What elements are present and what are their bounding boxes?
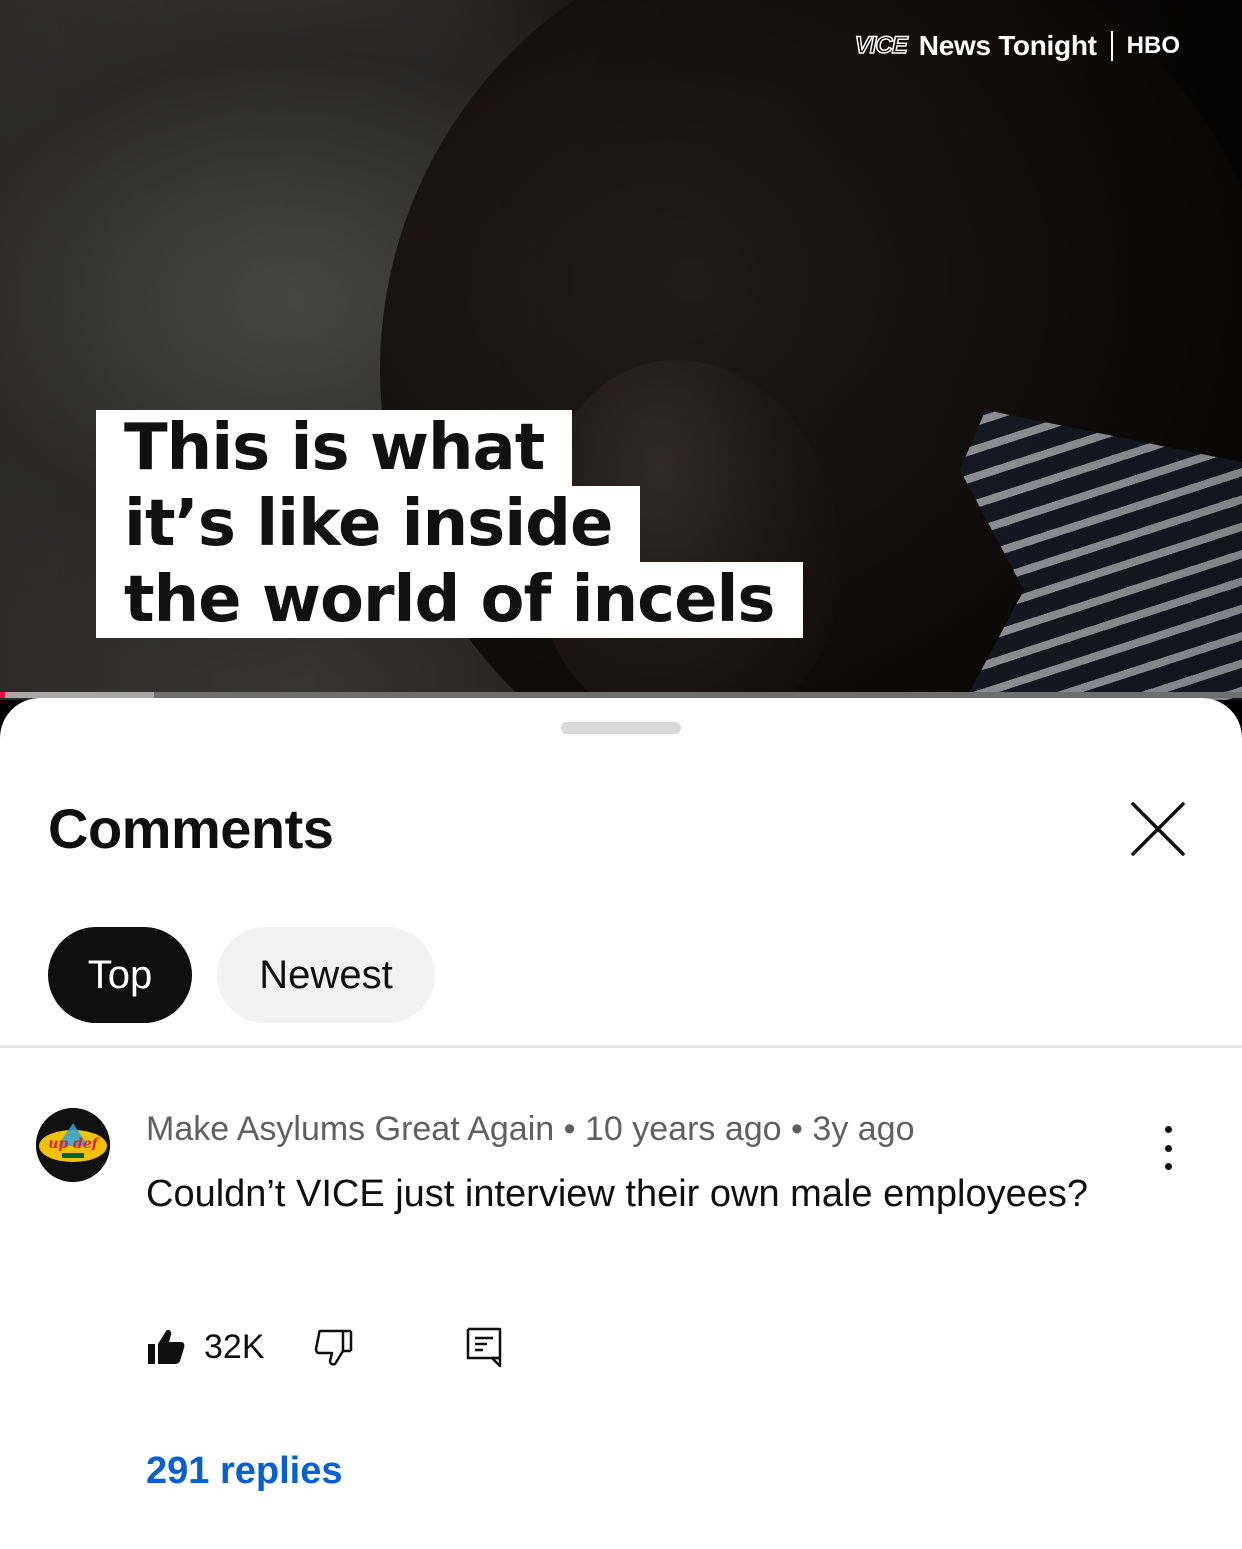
vice-logo: VICE (854, 31, 909, 60)
sort-newest-chip[interactable]: Newest (217, 927, 435, 1023)
like-count: 32K (204, 1327, 265, 1366)
video-player[interactable]: VICE News Tonight HBO This is what it’s … (0, 0, 1242, 700)
like-button[interactable] (146, 1327, 186, 1367)
meta-separator: • (791, 1110, 803, 1148)
sort-top-chip[interactable]: Top (48, 927, 192, 1023)
video-caption: This is what it’s like inside the world … (96, 410, 803, 638)
comment-actions: 32K (146, 1326, 503, 1368)
meta-separator: • (563, 1110, 576, 1148)
dislike-button[interactable] (313, 1327, 353, 1367)
avatar[interactable]: up def (36, 1108, 110, 1182)
comments-title: Comments (48, 797, 334, 860)
comment-text: Couldn’t VICE just interview their own m… (146, 1173, 1088, 1215)
caption-line-3: the world of incels (96, 562, 803, 638)
comments-sheet: Comments Top Newest up def Make Asylums … (0, 698, 1242, 1549)
comment-sort-chips: Top Newest (48, 927, 435, 1023)
reply-comment-icon (466, 1327, 501, 1368)
video-brand-watermark: VICE News Tonight HBO (854, 30, 1180, 62)
divider (0, 1045, 1242, 1048)
show-name: News Tonight (918, 30, 1097, 61)
comment-more-button[interactable] (1148, 1126, 1188, 1170)
caption-line-1: This is what (96, 410, 573, 486)
view-replies-link[interactable]: 291 replies (146, 1450, 342, 1493)
thumbs-up-icon (148, 1330, 185, 1364)
caption-line-2: it’s like inside (96, 486, 641, 562)
brand-divider (1110, 31, 1113, 61)
close-button[interactable] (1125, 796, 1191, 862)
more-dot-icon (1164, 1126, 1172, 1133)
video-progress-played (0, 692, 5, 698)
comment-timestamp: 3y ago (812, 1110, 915, 1148)
comment-meta: Make Asylums Great Again • 10 years ago … (146, 1110, 915, 1149)
thumbs-down-icon (314, 1329, 352, 1366)
hbo-logo: HBO (1126, 32, 1180, 59)
avatar-logo-icon: up def (36, 1108, 110, 1182)
sheet-drag-handle[interactable] (561, 722, 681, 734)
comment-author[interactable]: Make Asylums Great Again (146, 1110, 554, 1148)
reply-button[interactable] (465, 1326, 503, 1368)
svg-text:up def: up def (48, 1136, 101, 1152)
author-account-age: 10 years ago (585, 1110, 782, 1148)
close-icon (1131, 802, 1185, 856)
